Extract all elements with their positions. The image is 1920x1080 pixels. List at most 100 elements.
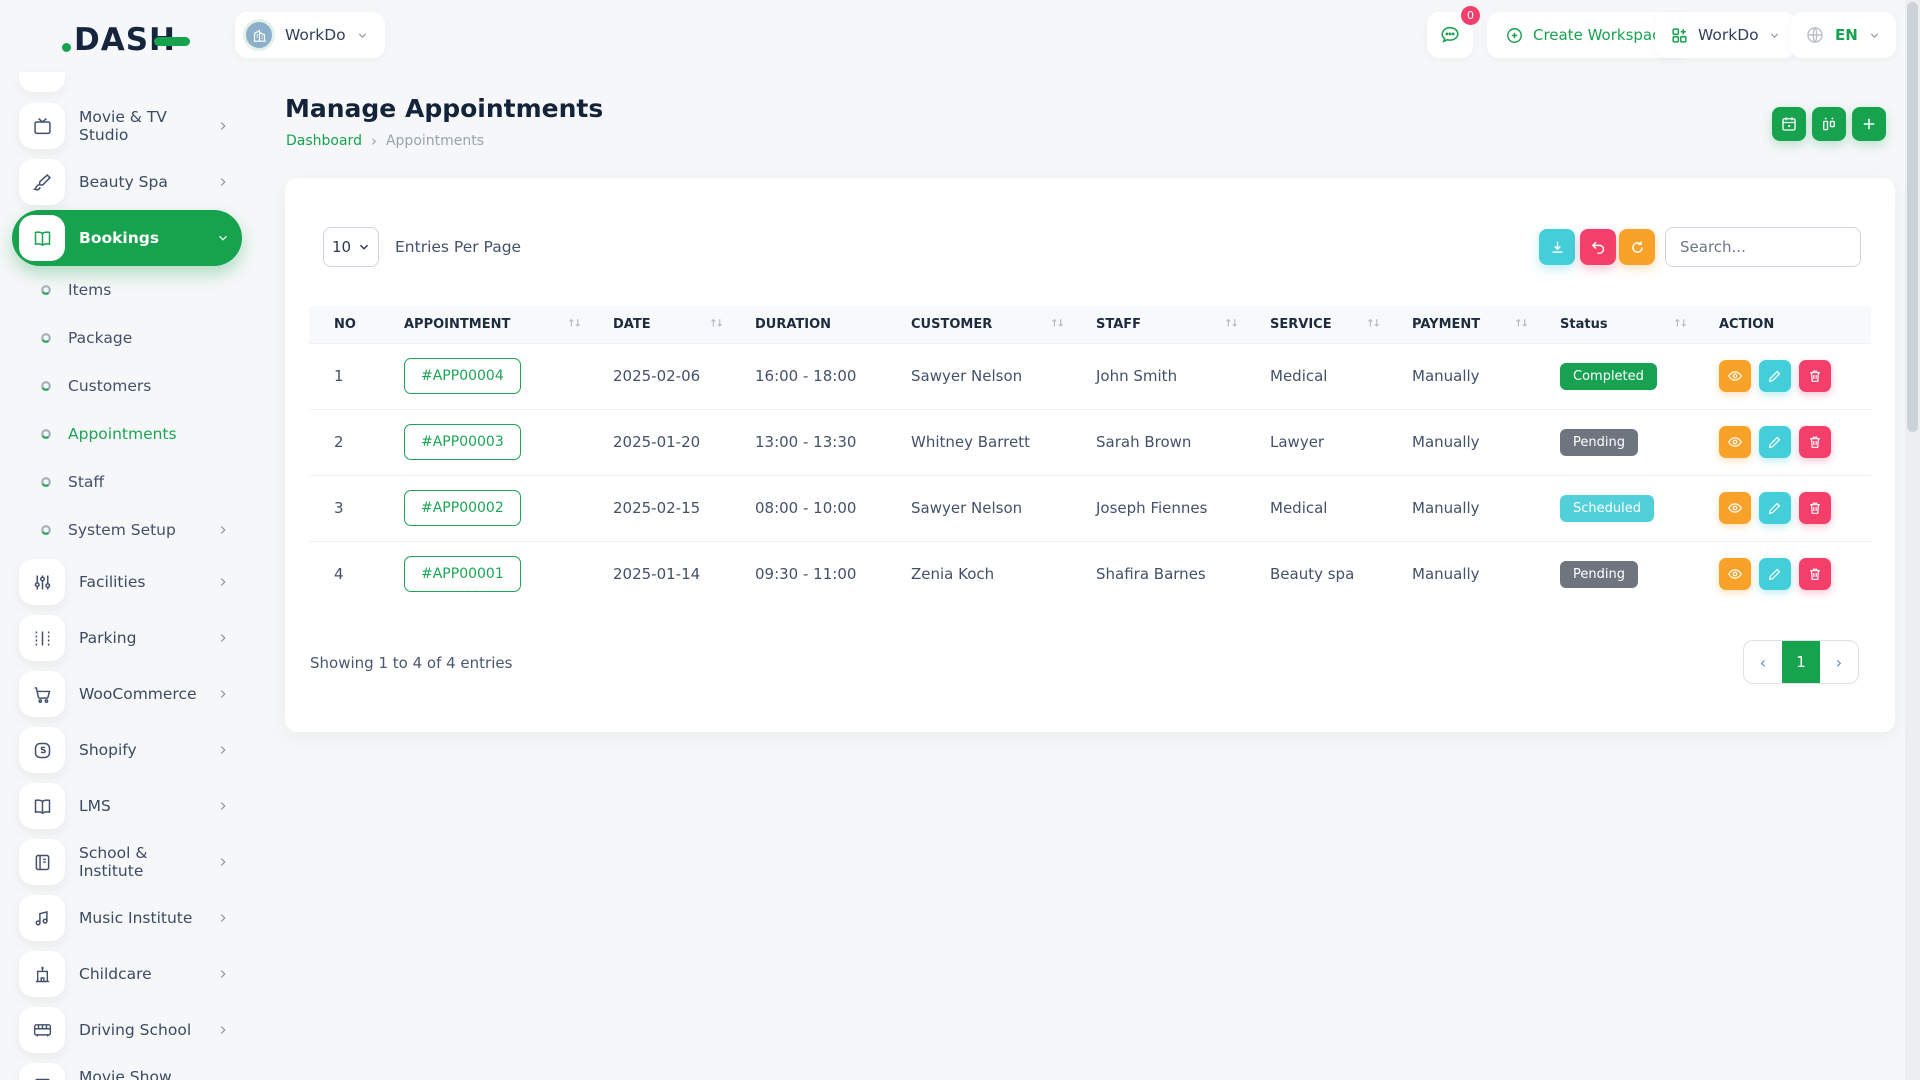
refresh-button[interactable]	[1619, 229, 1655, 265]
view-button[interactable]	[1719, 360, 1751, 392]
sidebar-item-label: Facilities	[79, 573, 202, 591]
sort-icon[interactable]: ↑↓	[1514, 319, 1527, 330]
sidebar-item-appointments[interactable]: Appointments	[12, 410, 242, 458]
workspace-selector[interactable]: WorkDo	[235, 12, 385, 58]
sidebar-item-facilities[interactable]: Facilities	[12, 554, 242, 610]
sidebar-item-shopify[interactable]: Shopify	[12, 722, 242, 778]
sort-icon[interactable]: ↑↓	[1050, 319, 1063, 330]
sidebar-item-beauty-spa[interactable]: Beauty Spa	[12, 154, 242, 210]
sidebar-item-system-setup[interactable]: System Setup	[12, 506, 242, 554]
breadcrumb-separator: ›	[371, 132, 377, 150]
column-header-staff[interactable]: STAFF ↑↓	[1071, 306, 1245, 343]
column-header-status[interactable]: Status↑↓	[1535, 306, 1694, 343]
sidebar-item-label: Beauty Spa	[79, 173, 202, 191]
sidebar-item-customers[interactable]: Customers	[12, 362, 242, 410]
breadcrumb: Dashboard › Appointments	[286, 132, 484, 150]
workspace-avatar	[243, 19, 275, 51]
edit-button[interactable]	[1759, 360, 1791, 392]
view-button[interactable]	[1719, 426, 1751, 458]
pagination-next-button[interactable]: ›	[1820, 641, 1858, 683]
sort-icon[interactable]: ↑↓	[1224, 319, 1237, 330]
sidebar-item-staff[interactable]: Staff	[12, 458, 242, 506]
sidebar-item-label: WooCommerce	[79, 685, 202, 703]
appointment-id-button[interactable]: #APP00004	[404, 358, 521, 394]
row-number: 2	[334, 433, 344, 451]
column-header-appointment[interactable]: APPOINTMENT↑↓	[379, 306, 588, 343]
calendar-view-button[interactable]	[1772, 107, 1806, 141]
cell-no: 2	[309, 409, 379, 475]
cell-no: 3	[309, 475, 379, 541]
column-header-service[interactable]: SERVICE↑↓	[1245, 306, 1387, 343]
delete-button[interactable]	[1799, 558, 1831, 590]
cell-payment: Manually	[1387, 541, 1535, 607]
delete-button[interactable]	[1799, 360, 1831, 392]
sidebar-item-bookings[interactable]: Bookings	[12, 210, 242, 266]
add-appointment-button[interactable]	[1852, 107, 1886, 141]
film-icon	[19, 1063, 65, 1080]
sort-icon[interactable]: ↑↓	[1366, 319, 1379, 330]
sort-icon[interactable]: ↑↓	[567, 319, 580, 330]
service-name: Medical	[1270, 367, 1327, 385]
bus-icon	[19, 1007, 65, 1053]
appointment-duration: 09:30 - 11:00	[755, 565, 856, 583]
column-header-duration: DURATION	[730, 306, 886, 343]
chevron-right-icon	[216, 743, 230, 757]
appointment-id-button[interactable]: #APP00002	[404, 490, 521, 526]
column-header-label: CUSTOMER	[911, 317, 992, 332]
eye-icon	[1727, 434, 1743, 450]
sidebar-item-movie-tv-studio[interactable]: Movie & TV Studio	[12, 98, 242, 154]
delete-button[interactable]	[1799, 426, 1831, 458]
view-button[interactable]	[1719, 558, 1751, 590]
cell-date: 2025-02-15	[588, 475, 730, 541]
sort-icon[interactable]: ↑↓	[709, 319, 722, 330]
board-view-button[interactable]	[1812, 107, 1846, 141]
export-button[interactable]	[1539, 229, 1575, 265]
app-logo[interactable]: DASH	[62, 22, 190, 58]
workspace-switcher[interactable]: WorkDo	[1655, 12, 1796, 58]
page-scrollbar[interactable]	[1905, 0, 1920, 1080]
column-header-payment[interactable]: PAYMENT↑↓	[1387, 306, 1535, 343]
delete-button[interactable]	[1799, 492, 1831, 524]
sidebar-item-items[interactable]: Items	[12, 266, 242, 314]
sidebar-item-school-institute[interactable]: School & Institute	[12, 834, 242, 890]
service-name: Medical	[1270, 499, 1327, 517]
workspace-name: WorkDo	[285, 26, 346, 44]
sort-icon[interactable]: ↑↓	[1673, 319, 1686, 330]
search-input[interactable]	[1665, 227, 1861, 267]
sidebar-item-music-institute[interactable]: Music Institute	[12, 890, 242, 946]
edit-button[interactable]	[1759, 492, 1791, 524]
payment-type: Manually	[1412, 565, 1480, 583]
appointment-id-button[interactable]: #APP00001	[404, 556, 521, 592]
sidebar-item-package[interactable]: Package	[12, 314, 242, 362]
entries-per-page-select[interactable]: 10	[323, 227, 379, 267]
sidebar-item-movie-show-booking[interactable]: Movie Show Booking	[12, 1058, 242, 1080]
scrollbar-thumb[interactable]	[1907, 2, 1918, 432]
appointment-date: 2025-02-15	[613, 499, 700, 517]
cell-appointment: #APP00003	[379, 409, 588, 475]
sidebar-item-driving-school[interactable]: Driving School	[12, 1002, 242, 1058]
column-header-customer[interactable]: CUSTOMER ↑↓	[886, 306, 1071, 343]
column-header-label: STAFF	[1096, 317, 1141, 332]
sidebar-item-childcare[interactable]: Childcare	[12, 946, 242, 1002]
appointment-id-button[interactable]: #APP00003	[404, 424, 521, 460]
sidebar-item-parking[interactable]: Parking	[12, 610, 242, 666]
cell-actions	[1694, 541, 1871, 607]
chat-icon	[1439, 24, 1461, 46]
edit-button[interactable]	[1759, 558, 1791, 590]
messages-button[interactable]: 0	[1427, 12, 1473, 58]
language-selector[interactable]: EN	[1790, 12, 1896, 58]
edit-button[interactable]	[1759, 426, 1791, 458]
pagination-page-1[interactable]: 1	[1782, 641, 1820, 683]
cell-staff: Shafira Barnes	[1071, 541, 1245, 607]
sidebar-item-woocommerce[interactable]: WooCommerce	[12, 666, 242, 722]
pagination-prev-button[interactable]: ‹	[1744, 641, 1782, 683]
eye-icon	[1727, 500, 1743, 516]
table-row: 1#APP000042025-02-0616:00 - 18:00Sawyer …	[309, 343, 1871, 409]
column-header-date[interactable]: DATE↑↓	[588, 306, 730, 343]
sidebar-item-label: Childcare	[79, 965, 202, 983]
breadcrumb-dashboard-link[interactable]: Dashboard	[286, 133, 362, 149]
sidebar-item-lms[interactable]: LMS	[12, 778, 242, 834]
reset-button[interactable]	[1580, 229, 1616, 265]
view-button[interactable]	[1719, 492, 1751, 524]
kanban-icon	[1820, 115, 1838, 133]
